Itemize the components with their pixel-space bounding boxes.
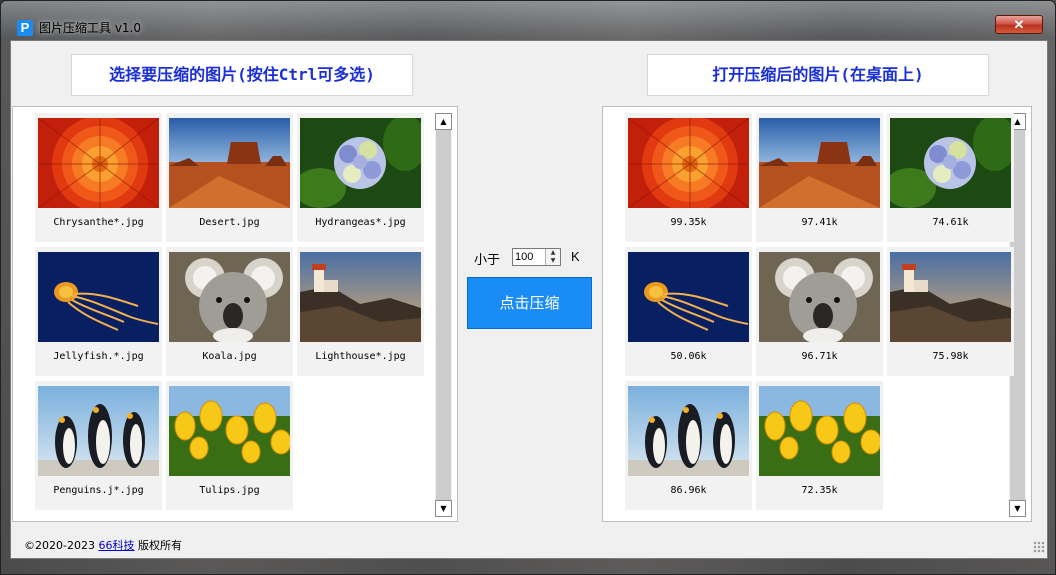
desert-thumbnail[interactable] <box>169 118 290 208</box>
image-caption: 50.06k <box>670 351 707 362</box>
image-tile[interactable]: 75.98k <box>887 247 1014 376</box>
window-title: 图片压缩工具 v1.0 <box>39 21 142 35</box>
close-button[interactable]: ✕ <box>995 15 1043 34</box>
tulips-thumbnail[interactable] <box>759 386 880 476</box>
penguins-thumbnail[interactable] <box>628 386 749 476</box>
image-tile[interactable]: Tulips.jpg <box>166 381 293 510</box>
image-caption: Hydrangeas*.jpg <box>315 217 406 228</box>
image-tile[interactable]: Chrysanthe*.jpg <box>35 113 162 242</box>
client-area: 选择要压缩的图片(按住Ctrl可多选) 打开压缩后的图片(在桌面上) ▲ ▼ C… <box>10 40 1048 559</box>
chrysanthemum-thumbnail[interactable] <box>38 118 159 208</box>
image-tile[interactable]: 72.35k <box>756 381 883 510</box>
scroll-up-arrow-icon[interactable]: ▲ <box>435 113 452 130</box>
image-tile[interactable]: 97.41k <box>756 113 883 242</box>
size-spinner[interactable]: ▲ ▼ <box>545 249 560 265</box>
image-caption: Chrysanthe*.jpg <box>53 217 144 228</box>
app-icon: P <box>17 20 33 36</box>
image-tile[interactable]: Koala.jpg <box>166 247 293 376</box>
image-caption: 86.96k <box>670 485 707 496</box>
image-tile[interactable]: 74.61k <box>887 113 1014 242</box>
hydrangeas-thumbnail[interactable] <box>300 118 421 208</box>
image-caption: 74.61k <box>932 217 969 228</box>
open-compressed-header[interactable]: 打开压缩后的图片(在桌面上) <box>647 54 989 96</box>
spin-down-icon[interactable]: ▼ <box>546 257 560 265</box>
penguins-thumbnail[interactable] <box>38 386 159 476</box>
image-tile[interactable]: Hydrangeas*.jpg <box>297 113 424 242</box>
copyright-text: ©2020-2023 <box>24 539 95 552</box>
scrollbar-thumb[interactable] <box>436 130 451 500</box>
image-caption: Desert.jpg <box>199 217 260 228</box>
image-caption: Jellyfish.*.jpg <box>53 351 144 362</box>
app-window: P 图片压缩工具 v1.0 ✕ 选择要压缩的图片(按住Ctrl可多选) 打开压缩… <box>0 0 1056 575</box>
desert-thumbnail[interactable] <box>759 118 880 208</box>
resize-grip[interactable] <box>1033 541 1045 553</box>
footer: ©2020-2023 66科技 版权所有 <box>24 537 182 553</box>
hydrangeas-thumbnail[interactable] <box>890 118 1011 208</box>
koala-thumbnail[interactable] <box>759 252 880 342</box>
lighthouse-thumbnail[interactable] <box>300 252 421 342</box>
compress-button[interactable]: 点击压缩 <box>467 277 592 329</box>
image-caption: Lighthouse*.jpg <box>315 351 406 362</box>
rights-text: 版权所有 <box>137 539 182 552</box>
image-tile[interactable]: Desert.jpg <box>166 113 293 242</box>
scroll-down-arrow-icon[interactable]: ▼ <box>435 500 452 517</box>
company-link[interactable]: 66科技 <box>98 539 134 552</box>
image-caption: Koala.jpg <box>202 351 257 362</box>
tulips-thumbnail[interactable] <box>169 386 290 476</box>
scroll-down-arrow-icon[interactable]: ▼ <box>1009 500 1026 517</box>
image-tile[interactable]: 96.71k <box>756 247 883 376</box>
lighthouse-thumbnail[interactable] <box>890 252 1011 342</box>
image-caption: Tulips.jpg <box>199 485 260 496</box>
title-bar[interactable]: P 图片压缩工具 v1.0 ✕ <box>1 1 1056 39</box>
image-caption: 75.98k <box>932 351 969 362</box>
image-tile[interactable]: 99.35k <box>625 113 752 242</box>
image-caption: 72.35k <box>801 485 838 496</box>
source-image-list[interactable]: ▲ ▼ Chrysanthe*.jpg Desert.jpg Hydrangeas*… <box>12 106 458 522</box>
unit-label: K <box>571 249 580 264</box>
image-tile[interactable]: Lighthouse*.jpg <box>297 247 424 376</box>
image-tile[interactable]: Jellyfish.*.jpg <box>35 247 162 376</box>
compressed-image-list[interactable]: ▲ ▼ 99.35k 97.41k 74.61k 50.06k 96.71k 75.98k… <box>602 106 1032 522</box>
image-tile[interactable]: 50.06k <box>625 247 752 376</box>
jellyfish-thumbnail[interactable] <box>38 252 159 342</box>
image-tile[interactable]: 86.96k <box>625 381 752 510</box>
spin-up-icon[interactable]: ▲ <box>546 249 560 257</box>
image-caption: 97.41k <box>801 217 838 228</box>
image-tile[interactable]: Penguins.j*.jpg <box>35 381 162 510</box>
image-caption: 99.35k <box>670 217 707 228</box>
select-images-header: 选择要压缩的图片(按住Ctrl可多选) <box>71 54 413 96</box>
chrysanthemum-thumbnail[interactable] <box>628 118 749 208</box>
less-than-label: 小于 <box>474 253 501 268</box>
koala-thumbnail[interactable] <box>169 252 290 342</box>
jellyfish-thumbnail[interactable] <box>628 252 749 342</box>
image-caption: 96.71k <box>801 351 838 362</box>
left-scrollbar[interactable]: ▲ ▼ <box>435 113 452 517</box>
image-caption: Penguins.j*.jpg <box>53 485 144 496</box>
